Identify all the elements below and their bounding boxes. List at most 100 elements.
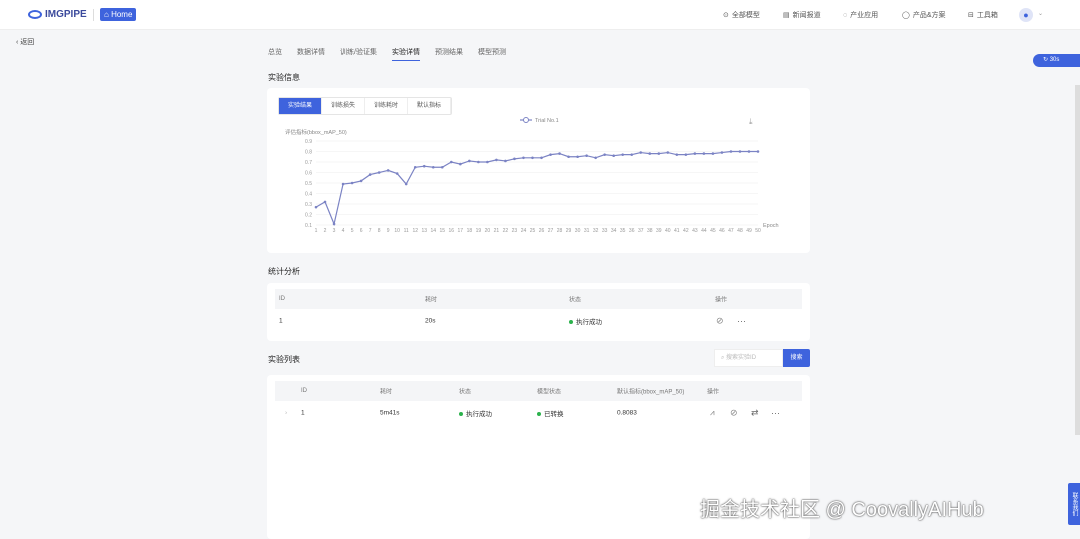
tab-train-val[interactable]: 训练/验证集	[340, 47, 377, 61]
expand-icon[interactable]: ›	[285, 410, 287, 417]
data-point	[522, 156, 525, 160]
x-tick-label: 23	[512, 228, 518, 234]
stats-card: ID 耗时 状态 操作 1 20s 执行成功 ⊘ ···	[267, 283, 810, 341]
data-point	[576, 155, 579, 159]
data-point	[422, 164, 426, 168]
stop-icon[interactable]: ⊘	[730, 408, 738, 419]
chevron-down-icon[interactable]: ⌄	[1038, 10, 1043, 17]
y-tick-label: 0.3	[305, 202, 312, 208]
more-icon[interactable]: ···	[771, 408, 780, 418]
data-point	[567, 155, 570, 159]
top-header: IMGPIPE ⌂ Home ⊙ 全部模型 ▤ 新闻报道 ◌ 产业应用 ◯ 产品&方案 …	[0, 0, 1080, 30]
tab-predictions[interactable]: 预测结果	[435, 47, 463, 61]
logo[interactable]: IMGPIPE	[28, 9, 87, 20]
col-model-status: 模型状态	[537, 389, 562, 396]
x-tick-label: 2	[324, 228, 327, 234]
x-tick-label: 45	[710, 228, 716, 234]
y-tick-label: 0.4	[305, 192, 312, 198]
data-point	[368, 173, 372, 176]
nav-industry[interactable]: ◌ 产业应用	[843, 10, 878, 20]
cell-time: 5m41s	[380, 409, 400, 417]
x-tick-label: 15	[440, 228, 446, 234]
data-point	[558, 152, 561, 155]
x-tick-label: 28	[557, 228, 563, 234]
data-point	[332, 222, 336, 226]
data-point	[495, 158, 498, 162]
legend-label: Trial No.1	[535, 118, 559, 124]
tab-data[interactable]: 数据详情	[297, 47, 325, 61]
x-tick-label: 46	[719, 228, 725, 234]
tab-bar: 总览 数据详情 训练/验证集 实验详情 预测结果 模型预测	[268, 47, 506, 61]
y-tick-label: 0.9	[305, 139, 312, 145]
table-header: ID 耗时 状态 操作	[275, 289, 802, 309]
x-tick-label: 34	[611, 228, 617, 234]
data-point	[711, 152, 715, 155]
scrollbar[interactable]	[1075, 85, 1080, 435]
data-point	[359, 179, 363, 183]
search-input[interactable]: ⌕ 搜索实验ID	[714, 349, 783, 367]
home-button[interactable]: ⌂ Home	[100, 8, 137, 21]
cell-metric: 0.8083	[617, 409, 637, 417]
contact-us-tab[interactable]: 联系我们	[1068, 483, 1080, 525]
refresh-interval-button[interactable]: ↻ 30s	[1033, 54, 1080, 67]
data-point	[621, 153, 624, 156]
legend-marker	[523, 117, 529, 123]
col-time: 耗时	[380, 389, 393, 396]
status-badge: 执行成功	[569, 316, 602, 326]
section-title: 实验信息	[268, 73, 300, 82]
tab-overview[interactable]: 总览	[268, 47, 282, 61]
data-point	[413, 165, 417, 169]
model-status-badge: 已转换	[537, 408, 564, 418]
data-point	[450, 160, 453, 164]
chart-icon[interactable]: ⩘	[710, 408, 715, 418]
y-tick-label: 0.5	[305, 181, 312, 187]
x-tick-label: 11	[404, 228, 409, 234]
col-status: 状态	[459, 389, 472, 396]
refresh-icon: ↻	[1043, 57, 1050, 63]
x-tick-label: 32	[593, 228, 599, 234]
data-point	[395, 172, 399, 175]
logo-icon	[28, 10, 42, 19]
avatar[interactable]: ●	[1019, 8, 1033, 22]
x-tick-label: 1	[315, 228, 318, 234]
swap-icon[interactable]: ⇄	[751, 408, 759, 419]
x-tick-label: 35	[620, 228, 626, 234]
x-tick-label: 16	[449, 228, 455, 234]
data-point	[314, 205, 318, 209]
nav-products[interactable]: ◯ 产品&方案	[902, 10, 946, 20]
data-point	[648, 152, 652, 155]
series-line	[315, 150, 758, 226]
col-actions: 操作	[707, 389, 720, 396]
data-point	[504, 159, 507, 163]
x-tick-label: 24	[521, 228, 527, 234]
x-tick-label: 4	[342, 228, 345, 234]
table-row: › 1 5m41s 执行成功 已转换 0.8083 ⩘ ⊘ ⇄ ···	[275, 402, 802, 424]
cell-id: 1	[301, 409, 305, 417]
nav-toolbox[interactable]: ⊟ 工具箱	[968, 10, 998, 20]
tab-experiment[interactable]: 实验详情	[391, 47, 420, 61]
x-tick-label: 48	[737, 228, 743, 234]
tab-model-predict[interactable]: 模型预测	[478, 47, 506, 61]
location-icon: ◯	[902, 12, 910, 19]
search-button[interactable]: 搜索	[783, 349, 810, 367]
divider	[93, 9, 94, 21]
data-point	[468, 159, 471, 163]
stop-icon[interactable]: ⊘	[716, 316, 724, 327]
back-link[interactable]: ‹ 返回	[16, 37, 34, 47]
news-icon: ▤	[783, 12, 790, 19]
x-tick-label: 47	[728, 228, 734, 234]
x-tick-label: 36	[629, 228, 635, 234]
x-tick-label: 49	[746, 228, 752, 234]
data-point	[513, 157, 516, 161]
data-point	[693, 152, 697, 155]
x-tick-label: 21	[494, 228, 500, 234]
x-axis-label: Epoch	[763, 223, 779, 229]
y-tick-label: 0.6	[305, 171, 312, 177]
more-icon[interactable]: ···	[737, 316, 746, 326]
x-tick-label: 3	[333, 228, 336, 234]
col-actions: 操作	[715, 297, 728, 304]
nav-all-models[interactable]: ⊙ 全部模型	[723, 10, 760, 20]
nav-news[interactable]: ▤ 新闻报道	[783, 10, 821, 20]
x-tick-label: 31	[584, 228, 590, 234]
x-tick-label: 43	[692, 228, 698, 234]
